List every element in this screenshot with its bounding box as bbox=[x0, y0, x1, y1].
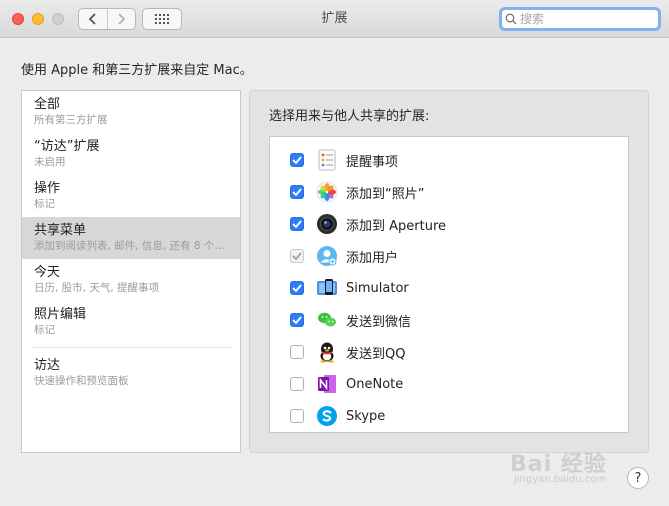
list-item-send-to-wechat[interactable]: 发送到微信 bbox=[270, 304, 628, 336]
wechat-icon bbox=[316, 309, 338, 331]
checkbox[interactable] bbox=[290, 249, 304, 263]
list-item-send-to-qq[interactable]: 发送到QQ bbox=[270, 336, 628, 368]
forward-button[interactable] bbox=[106, 9, 136, 29]
extension-label: 发送到QQ bbox=[346, 346, 406, 362]
simulator-icon bbox=[317, 279, 337, 295]
search-icon bbox=[505, 13, 517, 25]
share-extension-list[interactable]: 提醒事项 添加到“照片” 添加到 Aperture 添加用户 Simulator… bbox=[269, 136, 629, 433]
intro-text: 使用 Apple 和第三方扩展来自定 Mac。 bbox=[21, 63, 253, 78]
sidebar-item-label: 操作 bbox=[34, 181, 61, 196]
photos-icon bbox=[316, 181, 338, 203]
extension-category-list[interactable]: 全部 所有第三方扩展 “访达”扩展 未启用 操作 标记 共享菜单 添加到阅读列表… bbox=[21, 90, 241, 453]
qq-icon bbox=[320, 342, 334, 363]
skype-icon bbox=[317, 406, 337, 426]
sidebar-item-subtitle: 未启用 bbox=[34, 156, 66, 168]
checkbox[interactable] bbox=[290, 377, 304, 391]
watermark: Bai 经验 jingyan.baidu.com bbox=[510, 440, 630, 490]
list-item-skype[interactable]: Skype bbox=[270, 400, 628, 432]
title-bar: 扩展 bbox=[0, 0, 669, 38]
sidebar-item-share-menu[interactable]: 共享菜单 添加到阅读列表, 邮件, 信息, 还有 8 个… bbox=[22, 217, 240, 259]
sidebar-divider bbox=[32, 347, 232, 348]
sidebar-item-finder[interactable]: 访达 快速操作和预览面板 bbox=[22, 352, 240, 394]
sidebar-item-label: 共享菜单 bbox=[34, 223, 87, 238]
checkmark-icon bbox=[292, 252, 302, 260]
sidebar-item-label: 全部 bbox=[34, 97, 61, 112]
grid-icon bbox=[155, 14, 169, 24]
sidebar-item-photos-editing[interactable]: 照片编辑 标记 bbox=[22, 301, 240, 343]
onenote-icon bbox=[318, 375, 336, 393]
checkmark-icon bbox=[292, 316, 302, 324]
checkmark-icon bbox=[292, 188, 302, 196]
checkbox[interactable] bbox=[290, 185, 304, 199]
sidebar-item-finder-extensions[interactable]: “访达”扩展 未启用 bbox=[22, 133, 240, 175]
panel-label: 选择用来与他人共享的扩展: bbox=[269, 109, 430, 124]
sidebar-item-subtitle: 所有第三方扩展 bbox=[34, 114, 108, 126]
sidebar-item-label: “访达”扩展 bbox=[34, 139, 100, 154]
sidebar-item-today[interactable]: 今天 日历, 股市, 天气, 提醒事项 bbox=[22, 259, 240, 301]
checkbox[interactable] bbox=[290, 281, 304, 295]
extension-label: Simulator bbox=[346, 280, 409, 296]
chevron-left-icon bbox=[88, 13, 96, 25]
reminders-icon bbox=[318, 149, 336, 171]
sidebar-item-label: 今天 bbox=[34, 265, 61, 280]
back-button[interactable] bbox=[79, 9, 107, 29]
extension-label: 添加到“照片” bbox=[346, 186, 425, 202]
checkmark-icon bbox=[292, 220, 302, 228]
search-input[interactable] bbox=[517, 12, 650, 26]
sidebar-item-subtitle: 标记 bbox=[34, 324, 55, 336]
search-field[interactable] bbox=[499, 7, 661, 31]
chevron-right-icon bbox=[118, 13, 126, 25]
checkbox[interactable] bbox=[290, 345, 304, 359]
sidebar-item-subtitle: 快速操作和预览面板 bbox=[34, 375, 129, 387]
extension-label: 提醒事项 bbox=[346, 154, 399, 170]
close-window-button[interactable] bbox=[12, 13, 24, 25]
sidebar-item-label: 访达 bbox=[34, 358, 61, 373]
sidebar-item-label: 照片编辑 bbox=[34, 307, 87, 322]
sidebar-item-actions[interactable]: 操作 标记 bbox=[22, 175, 240, 217]
minimize-window-button[interactable] bbox=[32, 13, 44, 25]
extension-label: 发送到微信 bbox=[346, 314, 412, 330]
sidebar-item-all[interactable]: 全部 所有第三方扩展 bbox=[22, 91, 240, 133]
checkbox[interactable] bbox=[290, 217, 304, 231]
extension-label: 添加用户 bbox=[346, 250, 399, 266]
checkmark-icon bbox=[292, 156, 302, 164]
show-all-button[interactable] bbox=[142, 8, 182, 30]
extension-label: OneNote bbox=[346, 376, 404, 392]
list-item-simulator[interactable]: Simulator bbox=[270, 272, 628, 304]
checkbox[interactable] bbox=[290, 313, 304, 327]
list-item-add-to-photos[interactable]: 添加到“照片” bbox=[270, 176, 628, 208]
checkmark-icon bbox=[292, 284, 302, 292]
help-button[interactable]: ? bbox=[627, 467, 649, 489]
list-item-reminders[interactable]: 提醒事项 bbox=[270, 144, 628, 176]
sidebar-item-subtitle: 标记 bbox=[34, 198, 55, 210]
extension-label: 添加到 Aperture bbox=[346, 218, 447, 234]
sidebar-item-subtitle: 日历, 股市, 天气, 提醒事项 bbox=[34, 282, 160, 294]
extension-label: Skype bbox=[346, 408, 386, 424]
list-item-onenote[interactable]: OneNote bbox=[270, 368, 628, 400]
aperture-icon bbox=[317, 214, 337, 234]
navigation-buttons bbox=[78, 8, 136, 30]
watermark-url: jingyan.baidu.com bbox=[514, 474, 607, 485]
checkbox[interactable] bbox=[290, 153, 304, 167]
add-user-icon bbox=[317, 246, 337, 266]
list-item-add-to-aperture[interactable]: 添加到 Aperture bbox=[270, 208, 628, 240]
list-item-add-user[interactable]: 添加用户 bbox=[270, 240, 628, 272]
checkbox[interactable] bbox=[290, 409, 304, 423]
sidebar-item-subtitle: 添加到阅读列表, 邮件, 信息, 还有 8 个… bbox=[34, 240, 225, 252]
zoom-window-button[interactable] bbox=[52, 13, 64, 25]
